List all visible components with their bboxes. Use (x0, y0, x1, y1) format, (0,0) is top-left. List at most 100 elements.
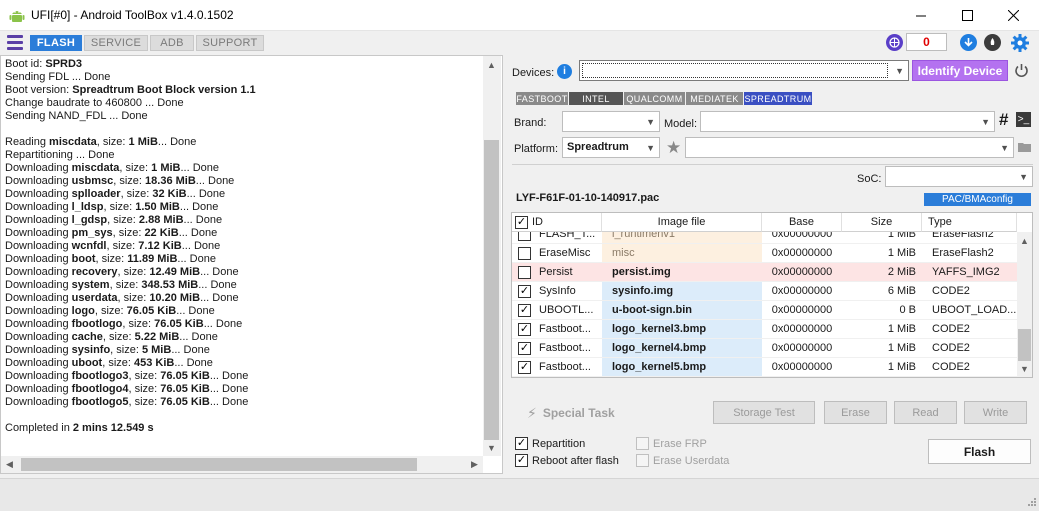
hash-icon[interactable]: # (999, 110, 1008, 130)
chipset-tab-intel[interactable]: INTEL (569, 92, 623, 105)
select-all-checkbox[interactable] (515, 215, 528, 229)
cell-image-file: logo_kernel5.bmp (602, 358, 762, 376)
flash-button[interactable]: Flash (928, 439, 1031, 464)
table-vertical-scrollbar[interactable]: ▲ ▼ (1017, 232, 1032, 377)
scroll-left-icon[interactable]: ◀ (1, 456, 18, 473)
cell-id-text: Fastboot... (539, 342, 591, 354)
special-task-button[interactable]: ⚡ Special Task (527, 405, 627, 421)
folder-icon[interactable] (1018, 142, 1031, 152)
erase-button[interactable]: Erase (824, 401, 887, 424)
row-checkbox[interactable] (518, 322, 531, 336)
log-vertical-scrollbar[interactable]: ▲ ▼ (483, 56, 501, 456)
log-segment: Completed in (5, 422, 73, 434)
storage-test-button[interactable]: Storage Test (713, 401, 815, 424)
table-header-id[interactable]: ID (512, 213, 602, 232)
log-segment: Downloading (5, 292, 72, 304)
close-button[interactable] (990, 0, 1036, 31)
row-checkbox[interactable] (518, 284, 531, 298)
reboot-option[interactable]: Reboot after flash (515, 454, 619, 467)
chipset-tab-mediatek[interactable]: MEDIATEK (686, 92, 743, 105)
erase-userdata-checkbox[interactable] (636, 454, 649, 467)
reboot-checkbox[interactable] (515, 454, 528, 467)
cell-size: 1 MiB (887, 232, 916, 240)
read-button[interactable]: Read (894, 401, 957, 424)
table-row[interactable]: EraseMisc misc 0x00000000 1 MiB EraseFlash2 (512, 244, 1017, 263)
scroll-down-icon[interactable]: ▼ (1016, 360, 1032, 377)
log-segment: 348.53 MiB (141, 279, 199, 291)
soc-select[interactable]: ▼ (885, 166, 1033, 187)
menu-button[interactable] (6, 34, 24, 51)
table-header-size[interactable]: Size (842, 213, 922, 232)
table-header-image-file[interactable]: Image file (602, 213, 762, 232)
repartition-checkbox[interactable] (515, 437, 528, 450)
resize-grip-icon[interactable] (1024, 496, 1037, 509)
log-line: Boot version: Spreadtrum Boot Block vers… (5, 84, 483, 97)
log-horizontal-scrollbar[interactable]: ◀ ▶ (1, 456, 483, 473)
table-vscroll-thumb[interactable] (1018, 329, 1031, 361)
tab-support[interactable]: SUPPORT (196, 35, 264, 51)
devices-select[interactable]: ▼ (579, 60, 909, 81)
row-checkbox[interactable] (518, 341, 531, 355)
table-row[interactable]: Persist persist.img 0x00000000 2 MiB YAFFS_I… (512, 263, 1017, 282)
log-vscroll-thumb[interactable] (484, 140, 499, 440)
log-segment: ... Done (157, 136, 197, 148)
row-checkbox[interactable] (518, 246, 531, 260)
write-button[interactable]: Write (964, 401, 1027, 424)
table-row[interactable]: SysInfo sysinfo.img 0x00000000 6 MiB CODE2 (512, 282, 1017, 301)
chipset-tab-fastboot[interactable]: FASTBOOT (516, 92, 568, 105)
tab-adb[interactable]: ADB (150, 35, 194, 51)
rocket-icon[interactable] (984, 34, 1001, 51)
log-segment: ... Done (171, 344, 210, 356)
network-icon[interactable] (886, 34, 903, 51)
partition-table: ID Image file Base Size Type FLASH_T...l… (511, 212, 1033, 378)
erase-frp-checkbox[interactable] (636, 437, 649, 450)
table-row[interactable]: Fastboot... logo_kernel5.bmp 0x00000000 1 M… (512, 358, 1017, 377)
identify-device-button[interactable]: Identify Device (912, 60, 1008, 81)
scroll-up-icon[interactable]: ▲ (1016, 232, 1032, 249)
info-icon[interactable]: i (557, 64, 572, 79)
row-checkbox[interactable] (518, 360, 531, 374)
cell-id: UBOOTL... (512, 301, 602, 319)
table-header-type[interactable]: Type (922, 213, 1017, 232)
cell-base: 0x00000000 (771, 323, 833, 335)
tab-flash[interactable]: FLASH (30, 35, 82, 51)
model-select[interactable]: ▼ (700, 111, 995, 132)
scroll-down-icon[interactable]: ▼ (483, 439, 500, 456)
download-icon[interactable] (960, 34, 977, 51)
erase-userdata-option[interactable]: Erase Userdata (636, 454, 729, 467)
table-header-base[interactable]: Base (762, 213, 842, 232)
model-label: Model: (664, 118, 698, 130)
scroll-up-icon[interactable]: ▲ (483, 56, 500, 73)
chipset-tab-spreadtrum[interactable]: SPREADTRUM (744, 92, 812, 105)
favorites-select[interactable]: ▼ (685, 137, 1014, 158)
table-row[interactable]: Fastboot... logo_kernel4.bmp 0x00000000 1 M… (512, 339, 1017, 358)
log-hscroll-thumb[interactable] (21, 458, 417, 471)
minimize-button[interactable] (898, 0, 944, 31)
row-checkbox[interactable] (518, 265, 531, 279)
erase-frp-option[interactable]: Erase FRP (636, 437, 707, 450)
star-icon[interactable]: ★ (666, 138, 681, 158)
maximize-button[interactable] (944, 0, 990, 31)
terminal-icon[interactable]: >_ (1016, 112, 1031, 127)
scroll-right-icon[interactable]: ▶ (466, 456, 483, 473)
table-row[interactable]: FLASH_T... l_runtimenv1 0x00000000 1 MiB Era… (512, 232, 1017, 244)
platform-select[interactable]: Spreadtrum ▼ (562, 137, 660, 158)
repartition-option[interactable]: Repartition (515, 437, 585, 450)
chipset-tab-qualcomm[interactable]: QUALCOMM (624, 92, 685, 105)
brand-select[interactable]: ▼ (562, 111, 660, 132)
settings-button[interactable] (1010, 33, 1030, 53)
row-checkbox[interactable] (518, 303, 531, 317)
table-row[interactable]: UBOOTL... u-boot-sign.bin 0x00000000 0 B UBO… (512, 301, 1017, 320)
log-segment: Downloading (5, 383, 72, 395)
cell-id: Fastboot... (512, 320, 602, 338)
tab-service[interactable]: SERVICE (84, 35, 148, 51)
log-segment: Downloading (5, 175, 72, 187)
cell-image-file: u-boot-sign.bin (602, 301, 762, 319)
power-button[interactable] (1013, 62, 1030, 79)
table-row[interactable]: Fastboot... logo_kernel3.bmp 0x00000000 1 M… (512, 320, 1017, 339)
pac-config-button[interactable]: PAC/BMAconfig (924, 193, 1031, 206)
log-line: Change baudrate to 460800 ... Done (5, 97, 483, 110)
cell-size: 1 MiB (887, 247, 916, 259)
log-output[interactable]: Boot id: SPRD3 Sending FDL ... Done Boot v… (5, 58, 483, 458)
row-checkbox[interactable] (518, 232, 531, 241)
